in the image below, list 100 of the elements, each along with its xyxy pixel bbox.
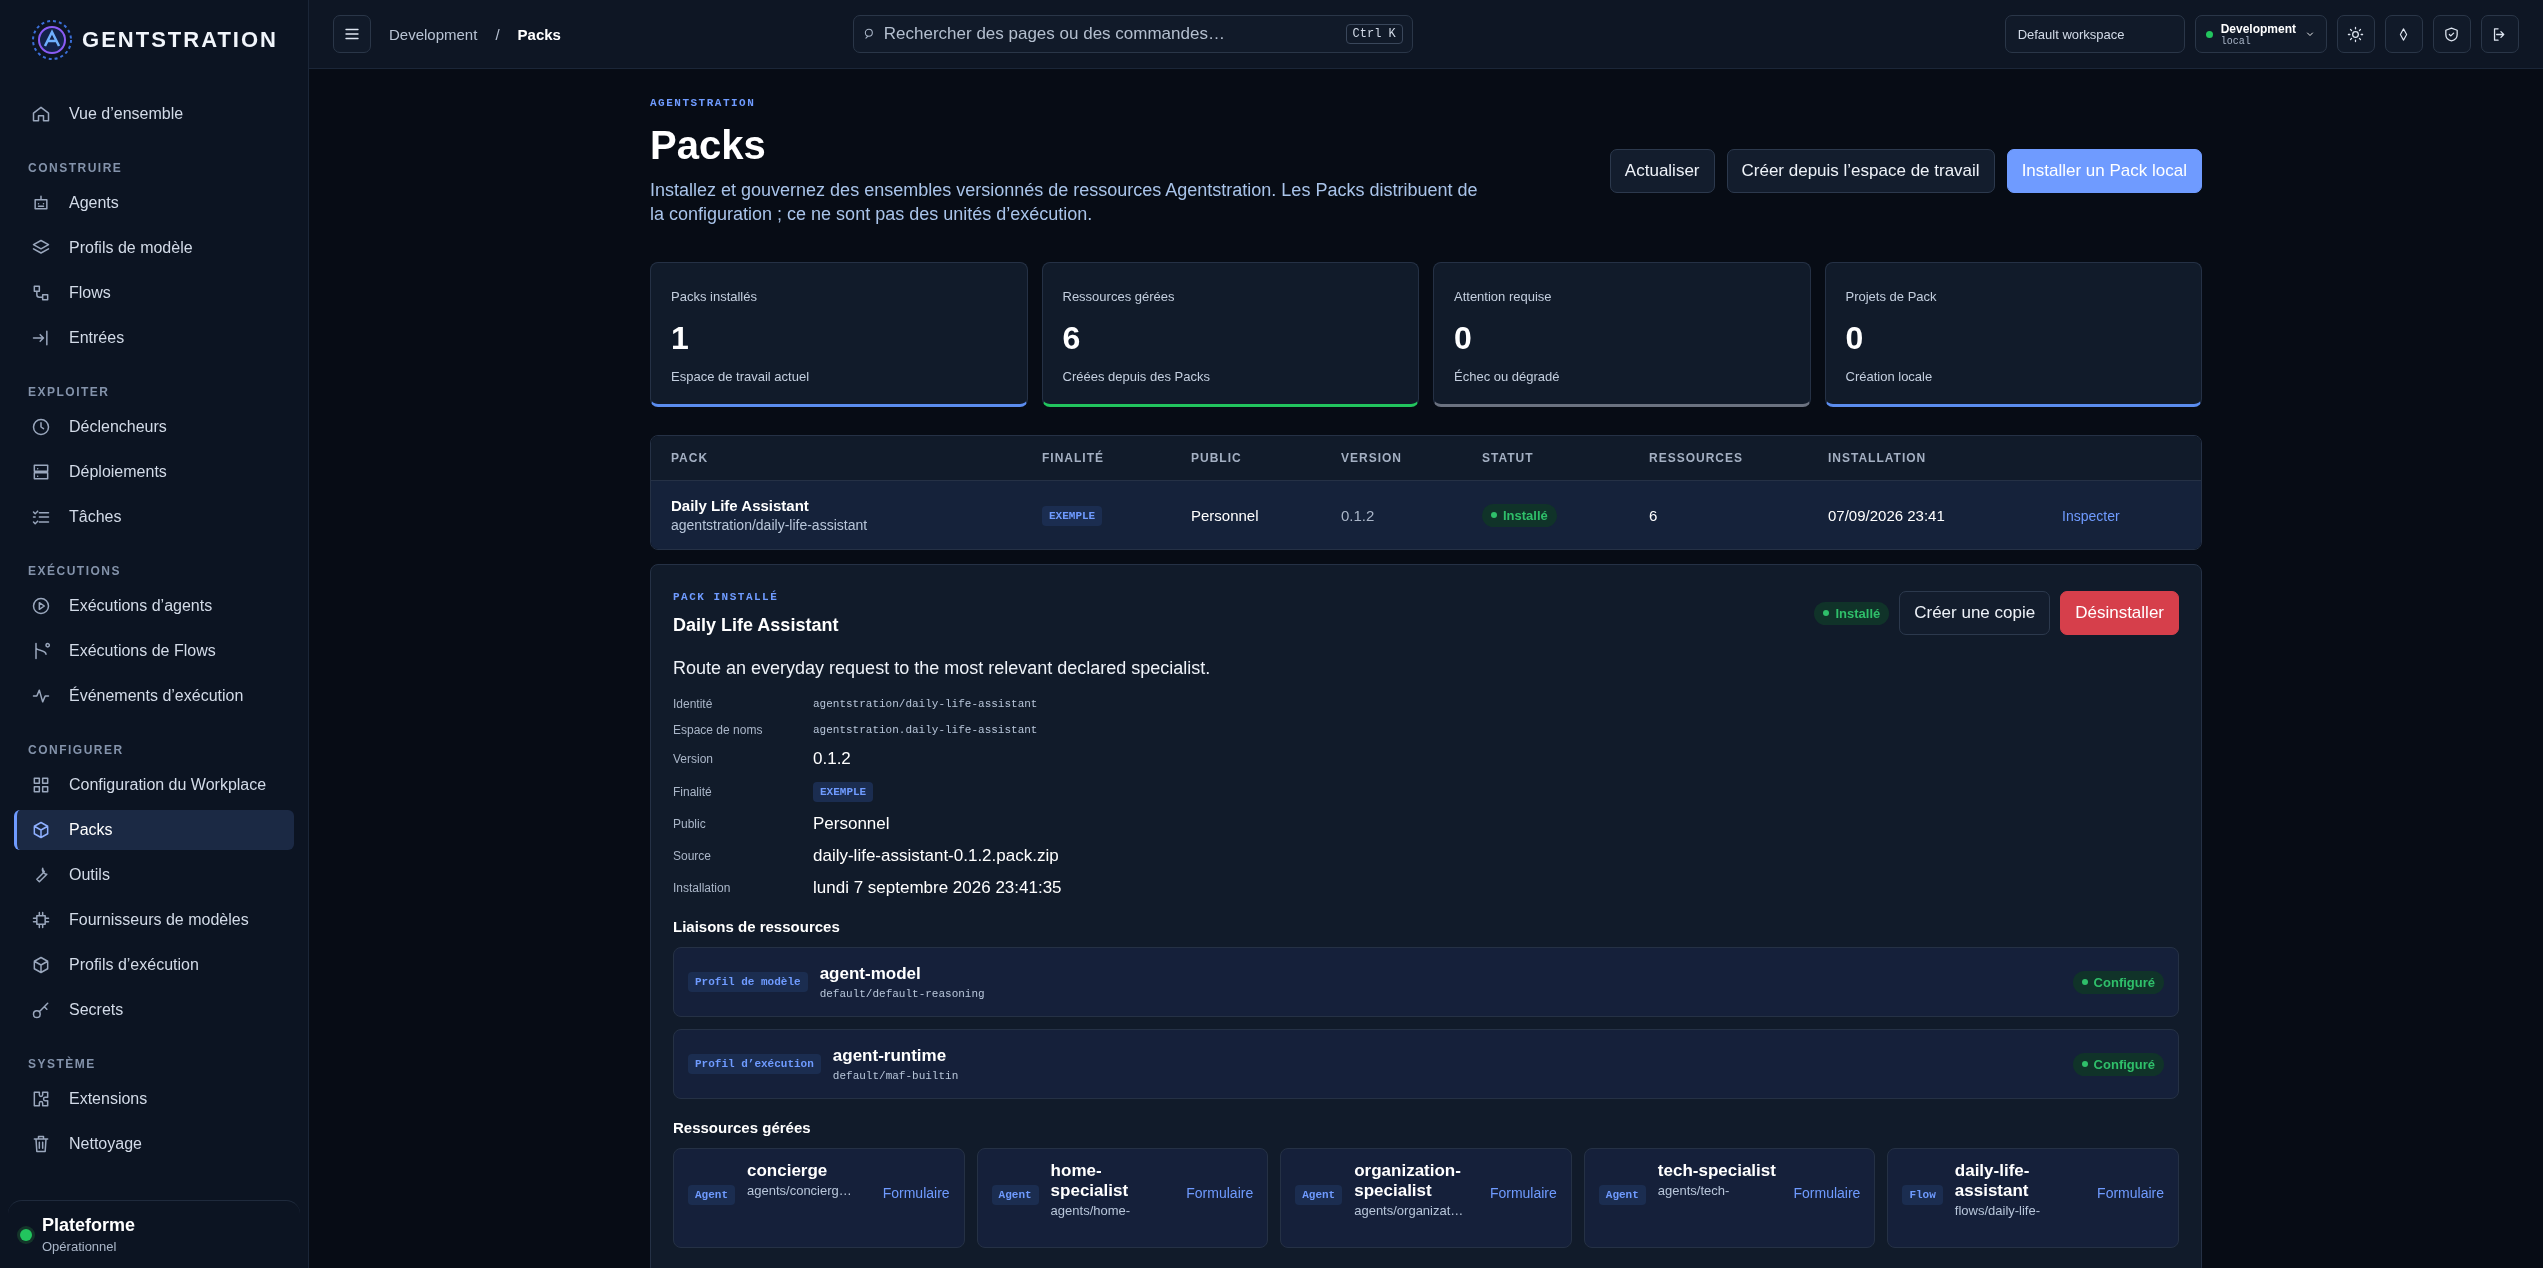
table-cell-text: 6	[1649, 506, 1659, 524]
diamond-button[interactable]	[2385, 15, 2423, 53]
sidebar-item[interactable]: Événements d’exécution	[14, 676, 294, 716]
robot-icon	[31, 193, 51, 213]
page-eyebrow: AGENTSTRATION	[650, 97, 757, 109]
platform-title: Plateforme	[42, 1215, 136, 1236]
sidebar-item[interactable]: Exécutions de Flows	[14, 631, 294, 671]
shortcut-key: Ctrl K	[1345, 24, 1403, 44]
logout-button[interactable]	[2481, 15, 2519, 53]
nodes-icon	[31, 283, 51, 303]
status-pill: Configuré	[2072, 1052, 2164, 1076]
form-link[interactable]: Formulaire	[1793, 1185, 1861, 1201]
sidebar-item[interactable]: Entrées	[14, 318, 294, 358]
resource-path: agents/organizat…	[1354, 1203, 1465, 1218]
form-link[interactable]: Formulaire	[1186, 1185, 1254, 1201]
field-value: daily-life-assistant-0.1.2.pack.zip	[813, 846, 1060, 866]
workspace-selector[interactable]: Default workspace	[2004, 15, 2185, 53]
cube-icon	[31, 955, 51, 975]
sidebar-item[interactable]: Agents	[14, 183, 294, 223]
breadcrumb-item[interactable]: Development	[389, 25, 478, 43]
binding-name: agent-runtime	[832, 1046, 948, 1066]
form-link[interactable]: Formulaire	[1489, 1185, 1557, 1201]
section-heading: Ressources gérées	[673, 1119, 812, 1136]
form-link[interactable]: Formulaire	[882, 1185, 950, 1201]
table-cell-text: Personnel	[1191, 506, 1260, 524]
type-tag: Profil d’exécution	[688, 1054, 821, 1074]
environment-selector[interactable]: Development local	[2194, 15, 2327, 53]
field-label: Finalité	[673, 784, 713, 799]
type-tag: Profil de modèle	[688, 972, 808, 992]
column-header: STATUT	[1482, 451, 1535, 465]
panel-title: Daily Life Assistant	[673, 615, 839, 636]
sidebar-item[interactable]: Nettoyage	[14, 1124, 294, 1164]
stat-caption: Espace de travail actuel	[671, 369, 811, 384]
page-title: Packs	[650, 123, 767, 168]
type-tag: Agent	[991, 1185, 1039, 1205]
table-cell-text: 0.1.2	[1341, 506, 1376, 524]
column-header: VERSION	[1341, 451, 1403, 465]
resource-name: organization-specialist	[1354, 1161, 1462, 1201]
stat-value: 0	[1845, 320, 1865, 357]
theme-button[interactable]	[2337, 15, 2375, 53]
menu-button[interactable]	[333, 15, 371, 53]
inspect-link[interactable]: Inspecter	[2062, 507, 2120, 524]
status-pill: Installé	[1814, 601, 1890, 625]
sidebar-item[interactable]: Déclencheurs	[14, 407, 294, 447]
status-pill: Configuré	[2072, 970, 2164, 994]
sidebar-item[interactable]: Vue d’ensemble	[14, 94, 294, 134]
purpose-tag: EXEMPLE	[813, 782, 874, 802]
section-heading: SYSTÈME	[27, 1055, 97, 1073]
field-label: Version	[673, 752, 715, 766]
sidebar-item[interactable]: Configuration du Workplace	[14, 765, 294, 805]
resource-path: agents/tech-	[1657, 1183, 1731, 1198]
key-icon	[31, 1000, 51, 1020]
resource-name: concierge	[747, 1161, 829, 1181]
action-button[interactable]: Désinstaller	[2060, 591, 2179, 635]
field-value: Personnel	[813, 814, 891, 834]
cube-icon	[31, 820, 51, 840]
action-button[interactable]: Créer depuis l’espace de travail	[1726, 149, 1995, 193]
sidebar-item[interactable]: Exécutions d’agents	[14, 586, 294, 626]
action-button[interactable]: Actualiser	[1609, 149, 1715, 193]
sidebar-item[interactable]: Profils de modèle	[14, 228, 294, 268]
clock-icon	[31, 417, 51, 437]
sidebar-item[interactable]: Secrets	[14, 990, 294, 1030]
breadcrumb-separator: /	[495, 25, 500, 43]
resource-path: agents/home-	[1050, 1203, 1132, 1218]
server-icon	[31, 462, 51, 482]
type-tag: Agent	[1598, 1185, 1646, 1205]
table-cell-text: 07/09/2026 23:41	[1828, 506, 1946, 524]
column-header: RESSOURCES	[1649, 451, 1745, 465]
resource-name: home-specialist	[1050, 1161, 1130, 1201]
sidebar-item[interactable]: Flows	[14, 273, 294, 313]
home-icon	[31, 104, 51, 124]
trash-icon	[31, 1134, 51, 1154]
grid-icon	[31, 775, 51, 795]
binding-ref: default/default-reasoning	[819, 988, 985, 1000]
stat-label: Ressources gérées	[1062, 289, 1176, 304]
sidebar-item[interactable]: Extensions	[14, 1079, 294, 1119]
logo-text: GENTSTRATION	[82, 27, 278, 53]
stat-value: 1	[671, 320, 690, 357]
action-button[interactable]: Créer une copie	[1899, 591, 2051, 635]
column-header: INSTALLATION	[1828, 451, 1928, 465]
pack-name: Daily Life Assistant	[671, 497, 810, 514]
binding-name: agent-model	[819, 964, 922, 984]
puzzle-icon	[31, 1089, 51, 1109]
table-row[interactable]: Daily Life Assistant agentstration/daily-life-assistant EXEMPLE Personnel 0.1.2 Installé 6 07/09/2026 23:41 Inspecter	[651, 481, 2201, 549]
section-heading: EXÉCUTIONS	[27, 562, 122, 580]
sidebar-item[interactable]: Profils d’exécution	[14, 945, 294, 985]
sidebar-item[interactable]: Packs	[14, 810, 294, 850]
stat-value: 0	[1454, 320, 1473, 357]
stat-label: Attention requise	[1454, 289, 1553, 304]
logo-icon	[30, 18, 75, 62]
security-button[interactable]	[2433, 15, 2471, 53]
sidebar-item[interactable]: Tâches	[14, 497, 294, 537]
sidebar-item[interactable]: Outils	[14, 855, 294, 895]
resource-path: agents/concierg…	[747, 1183, 853, 1198]
column-header: PACK	[671, 451, 710, 465]
breadcrumb-item: Packs	[517, 25, 561, 43]
sidebar-item[interactable]: Déploiements	[14, 452, 294, 492]
stat-caption: Créées depuis des Packs	[1062, 369, 1211, 384]
sidebar-item[interactable]: Fournisseurs de modèles	[14, 900, 294, 940]
form-link[interactable]: Formulaire	[2097, 1185, 2164, 1201]
